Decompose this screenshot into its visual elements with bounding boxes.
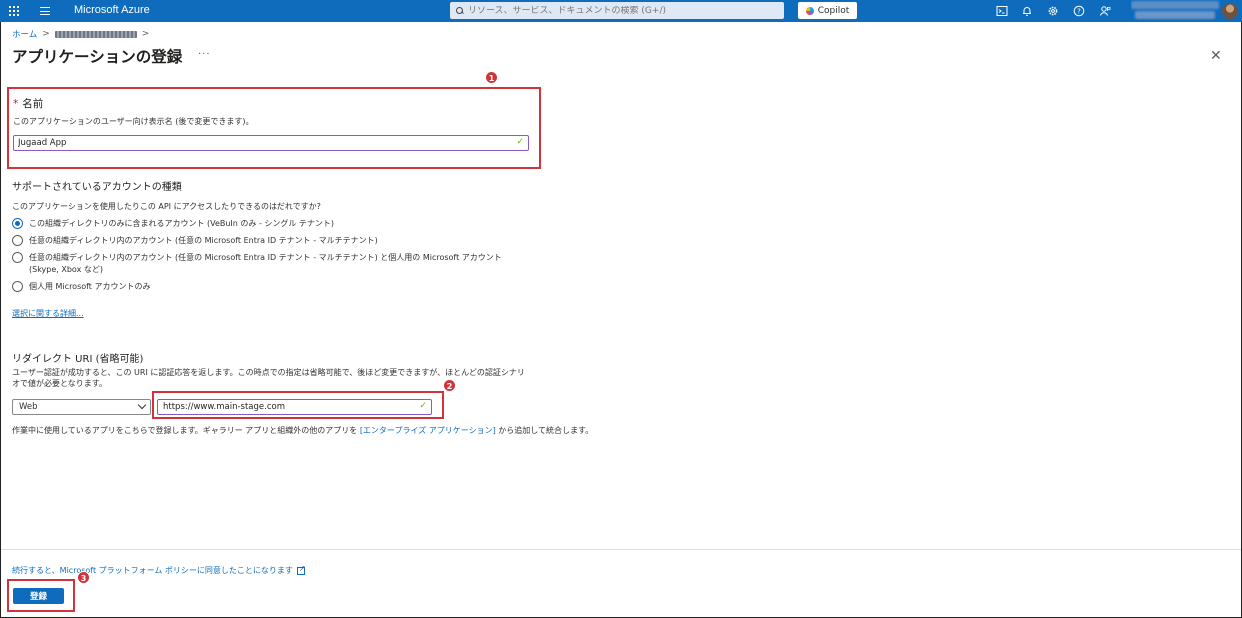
annotation-badge-2: 2	[443, 379, 456, 392]
annotation-box-name	[7, 87, 541, 169]
annotation-badge-3: 3	[77, 571, 90, 584]
annotation-box-uri	[152, 391, 444, 419]
radio-option-single-tenant[interactable]: この組織ディレクトリのみに含まれるアカウント (VeBuIn のみ - シングル…	[12, 218, 532, 230]
breadcrumb: ホーム > >	[12, 28, 149, 40]
platform-policy[interactable]: 続行すると、Microsoft プラットフォーム ポリシーに同意したことになりま…	[12, 564, 306, 576]
annotation-box-register	[7, 579, 75, 612]
choice-help-link[interactable]: 選択に関する詳細...	[12, 308, 84, 319]
radio-option-multi-tenant-personal[interactable]: 任意の組織ディレクトリ内のアカウント (任意の Microsoft Entra …	[12, 252, 532, 276]
radio-button[interactable]	[12, 252, 23, 263]
external-link-icon	[296, 564, 306, 575]
platform-value: Web	[19, 402, 38, 412]
copilot-button[interactable]: Copilot	[798, 2, 857, 19]
page-title: アプリケーションの登録	[12, 48, 183, 66]
radio-button[interactable]	[12, 235, 23, 246]
top-bar: Microsoft Azure Copilot ?	[0, 0, 1242, 22]
global-search[interactable]	[450, 2, 784, 19]
breadcrumb-home[interactable]: ホーム	[12, 28, 37, 40]
feedback-icon[interactable]	[1099, 5, 1111, 17]
breadcrumb-separator: >	[141, 29, 150, 39]
breadcrumb-separator: >	[42, 29, 50, 39]
enterprise-note-suffix: から追加して統合します。	[495, 426, 594, 435]
copilot-label: Copilot	[817, 5, 850, 16]
account-info-redacted[interactable]	[1131, 0, 1221, 22]
radio-label: 任意の組織ディレクトリ内のアカウント (任意の Microsoft Entra …	[29, 253, 502, 274]
radio-option-multi-tenant[interactable]: 任意の組織ディレクトリ内のアカウント (任意の Microsoft Entra …	[12, 235, 532, 247]
copilot-icon	[805, 6, 814, 15]
enterprise-apps-note: 作業中に使用しているアプリをこちらで登録します。ギャラリー アプリと組織外の他の…	[12, 425, 593, 436]
search-input[interactable]	[468, 5, 768, 16]
svg-text:?: ?	[1077, 8, 1081, 16]
enterprise-note-prefix: 作業中に使用しているアプリをこちらで登録します。ギャラリー アプリと組織外の他の…	[12, 426, 358, 435]
platform-policy-link[interactable]: 続行すると、Microsoft プラットフォーム ポリシーに同意したことになりま…	[12, 565, 293, 576]
chevron-down-icon	[138, 401, 146, 409]
search-icon	[456, 6, 464, 15]
platform-select[interactable]: Web	[12, 399, 151, 415]
menu-icon[interactable]	[40, 7, 50, 15]
enterprise-apps-link[interactable]: [エンタープライズ アプリケーション]	[360, 426, 496, 435]
app-launcher-icon[interactable]	[9, 6, 19, 16]
brand-title[interactable]: Microsoft Azure	[74, 4, 150, 16]
radio-button[interactable]	[12, 218, 23, 229]
gear-icon[interactable]	[1047, 5, 1059, 17]
bell-icon[interactable]	[1021, 5, 1033, 17]
footer-divider	[1, 549, 1241, 550]
radio-button[interactable]	[12, 281, 23, 292]
annotation-badge-1: 1	[485, 71, 498, 84]
account-types-question: このアプリケーションを使用したりこの API にアクセスしたりできるのはだれです…	[12, 202, 321, 211]
avatar[interactable]	[1222, 3, 1238, 19]
help-icon[interactable]: ?	[1073, 5, 1085, 17]
breadcrumb-redacted[interactable]	[54, 30, 137, 38]
radio-option-personal-only[interactable]: 個人用 Microsoft アカウントのみ	[12, 281, 532, 293]
account-types-heading: サポートされているアカウントの種類	[12, 182, 182, 193]
radio-label: 個人用 Microsoft アカウントのみ	[29, 282, 151, 291]
more-options-icon[interactable]: ···	[198, 49, 211, 60]
close-icon[interactable]: ✕	[1210, 48, 1222, 64]
radio-label: この組織ディレクトリのみに含まれるアカウント (VeBuIn のみ - シングル…	[29, 219, 335, 228]
radio-label: 任意の組織ディレクトリ内のアカウント (任意の Microsoft Entra …	[29, 236, 378, 245]
redirect-heading: リダイレクト URI (省略可能)	[12, 354, 144, 365]
cloud-shell-icon[interactable]	[996, 5, 1008, 17]
